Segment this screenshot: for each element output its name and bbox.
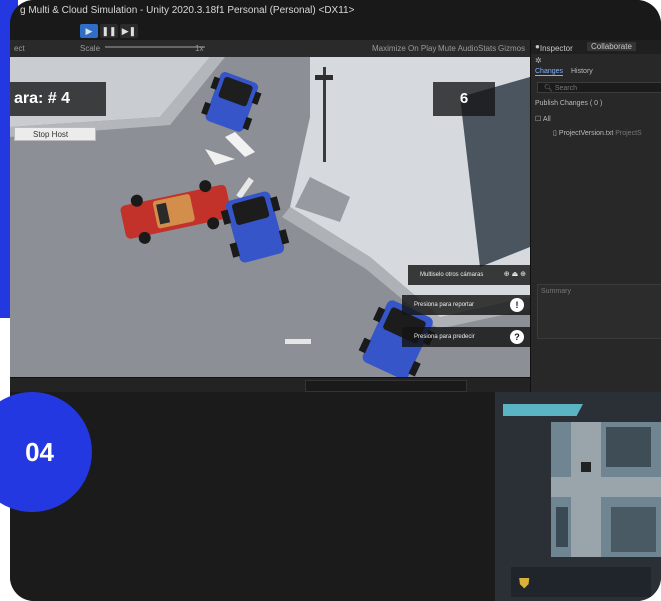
game-view-toolbar: ect Scale 1x Maximize On Play Mute Audio… xyxy=(10,40,530,57)
stats-toggle[interactable]: Stats xyxy=(478,40,496,57)
mute-audio-toggle[interactable]: Mute Audio xyxy=(438,40,478,57)
thumbnail-card: ⛊ xyxy=(511,567,651,597)
inspector-panel: ● Inspector Collaborate ✲ Changes Histor… xyxy=(530,40,661,392)
tab-history[interactable]: History xyxy=(571,68,593,75)
search-placeholder: Search xyxy=(554,85,578,92)
window-title: g Multi & Cloud Simulation - Unity 2020.… xyxy=(10,0,661,22)
thumbnail-tag xyxy=(503,404,583,416)
scale-label: Scale xyxy=(80,44,101,53)
play-controls: ▶ ❚❚ ▶❚ xyxy=(80,24,138,38)
all-checkbox[interactable]: ☐ All xyxy=(535,115,551,123)
maximize-on-play-toggle[interactable]: Maximize On Play xyxy=(372,40,436,57)
summary-field[interactable]: Summary xyxy=(537,284,661,339)
score-counter: 6 xyxy=(433,82,495,116)
screenshot-frame: g Multi & Cloud Simulation - Unity 2020.… xyxy=(10,0,661,601)
camera-label: ara: # 4 xyxy=(10,82,106,116)
file-path: ProjectS xyxy=(615,130,642,137)
exclamation-icon: ! xyxy=(510,298,524,312)
presentation-thumbnail: ⛊ xyxy=(495,392,661,601)
pause-icon: ❚❚ xyxy=(101,25,117,36)
game-view-scene[interactable]: ara: # 4 6 Stop Host Multiselo otros cám… xyxy=(10,57,530,377)
scale-slider[interactable] xyxy=(105,46,205,48)
tab-inspector[interactable]: ● Inspector xyxy=(535,42,573,53)
aerial-map-illustration xyxy=(551,422,661,557)
file-icon: ▯ xyxy=(553,130,557,137)
prompt-multiselect-label: Multiselo otros cámaras xyxy=(420,272,484,278)
pause-button[interactable]: ❚❚ xyxy=(100,24,118,38)
prompt-report-label: Presiona para reportar xyxy=(414,302,475,308)
gizmos-dropdown[interactable]: Gizmos xyxy=(498,40,525,57)
summary-placeholder: Summary xyxy=(541,288,571,295)
stop-host-button[interactable]: Stop Host xyxy=(14,127,96,141)
tab-changes[interactable]: Changes xyxy=(535,68,564,76)
search-input[interactable]: 🔍︎ Search xyxy=(537,82,661,93)
prompt-multiselect[interactable]: Multiselo otros cámaras ⊕ ⏏ ⊕ xyxy=(408,265,530,285)
display-dropdown[interactable]: ect xyxy=(14,40,25,57)
step-icon: ▶❚ xyxy=(121,25,137,36)
toolbar: ▶ ❚❚ ▶❚ xyxy=(10,22,661,40)
file-item[interactable]: ▯ ProjectVersion.txt ProjectS xyxy=(553,129,642,137)
panel-tabs: ● Inspector Collaborate xyxy=(531,40,661,54)
prompt-report[interactable]: Presiona para reportar ! xyxy=(402,295,530,315)
question-icon: ? xyxy=(510,330,524,344)
play-icon: ▶ xyxy=(85,25,93,36)
tab-collaborate[interactable]: Collaborate xyxy=(587,42,636,51)
console-search-input[interactable] xyxy=(305,380,467,392)
settings-icon[interactable]: ✲ xyxy=(535,56,542,65)
prompt-predict[interactable]: Presiona para predecir ? xyxy=(402,327,530,347)
step-button[interactable]: ▶❚ xyxy=(120,24,138,38)
publish-changes-label: Publish Changes ( 0 ) xyxy=(535,100,603,107)
shield-icon: ⛊ xyxy=(519,575,530,591)
console-toolbar xyxy=(10,377,530,393)
play-button[interactable]: ▶ xyxy=(80,24,98,38)
prompt-predict-label: Presiona para predecir xyxy=(414,334,475,340)
camera-switch-icon: ⊕ ⏏ ⊕ xyxy=(503,271,526,278)
file-name: ProjectVersion.txt xyxy=(558,130,614,137)
scale-value: 1x xyxy=(195,44,204,53)
search-icon: 🔍︎ xyxy=(544,85,555,92)
thumbnail-map xyxy=(551,422,661,557)
